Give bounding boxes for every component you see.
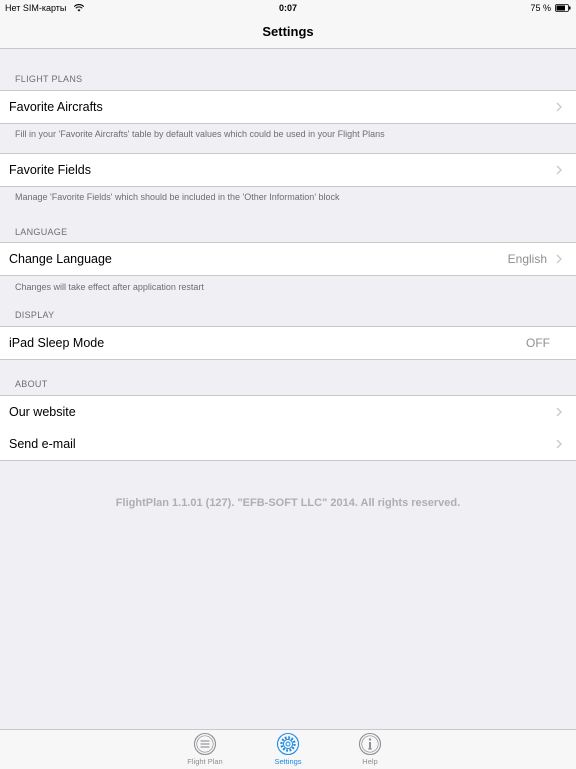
tab-bar: Flight Plan Settings Help bbox=[0, 729, 576, 769]
info-icon bbox=[358, 732, 382, 756]
change-language-label: Change Language bbox=[9, 252, 112, 266]
tab-help[interactable]: Help bbox=[340, 732, 400, 768]
favorite-aircrafts-row[interactable]: Favorite Aircrafts bbox=[0, 90, 576, 124]
navigation-bar: Settings bbox=[0, 16, 576, 49]
list-icon bbox=[193, 732, 217, 756]
chevron-right-icon bbox=[556, 102, 562, 112]
send-email-row[interactable]: Send e-mail bbox=[0, 428, 576, 461]
favorite-fields-row[interactable]: Favorite Fields bbox=[0, 153, 576, 187]
tab-flight-plan[interactable]: Flight Plan bbox=[175, 732, 235, 768]
clock: 0:07 bbox=[278, 3, 297, 13]
sleep-mode-value: OFF bbox=[526, 336, 550, 350]
our-website-row[interactable]: Our website bbox=[0, 395, 576, 429]
ipad-sleep-mode-label: iPad Sleep Mode bbox=[9, 336, 105, 350]
language-note: Changes will take effect after applicati… bbox=[15, 282, 204, 292]
battery-icon bbox=[555, 4, 571, 12]
chevron-right-icon bbox=[556, 165, 562, 175]
section-header-language: LANGUAGE bbox=[15, 227, 68, 237]
ipad-sleep-mode-row[interactable]: iPad Sleep Mode OFF bbox=[0, 326, 576, 360]
section-header-display: DISPLAY bbox=[15, 310, 55, 320]
favorite-fields-label: Favorite Fields bbox=[9, 163, 91, 177]
copyright-text: FlightPlan 1.1.01 (127). "EFB-SOFT LLC" … bbox=[115, 497, 461, 509]
current-language-value: English bbox=[507, 252, 547, 266]
tab-settings[interactable]: Settings bbox=[258, 732, 318, 768]
section-header-flight-plans: FLIGHT PLANS bbox=[15, 74, 83, 84]
send-email-label: Send e-mail bbox=[9, 437, 76, 451]
gear-icon bbox=[276, 732, 300, 756]
page-title: Settings bbox=[262, 24, 314, 39]
tab-label: Help bbox=[362, 757, 378, 766]
status-bar: Нет SIM-карты 0:07 75 % bbox=[0, 0, 576, 16]
tab-label: Flight Plan bbox=[187, 757, 223, 766]
tab-label: Settings bbox=[274, 757, 302, 766]
section-header-about: ABOUT bbox=[15, 379, 48, 389]
battery-percent: 75 % bbox=[530, 3, 551, 13]
chevron-right-icon bbox=[556, 439, 562, 449]
favorite-fields-note: Manage 'Favorite Fields' which should be… bbox=[15, 192, 340, 202]
our-website-label: Our website bbox=[9, 405, 76, 419]
change-language-row[interactable]: Change Language English bbox=[0, 242, 576, 276]
chevron-right-icon bbox=[556, 407, 562, 417]
favorite-aircrafts-note: Fill in your 'Favorite Aircrafts' table … bbox=[15, 129, 385, 139]
chevron-right-icon bbox=[556, 254, 562, 264]
favorite-aircrafts-label: Favorite Aircrafts bbox=[9, 100, 103, 114]
